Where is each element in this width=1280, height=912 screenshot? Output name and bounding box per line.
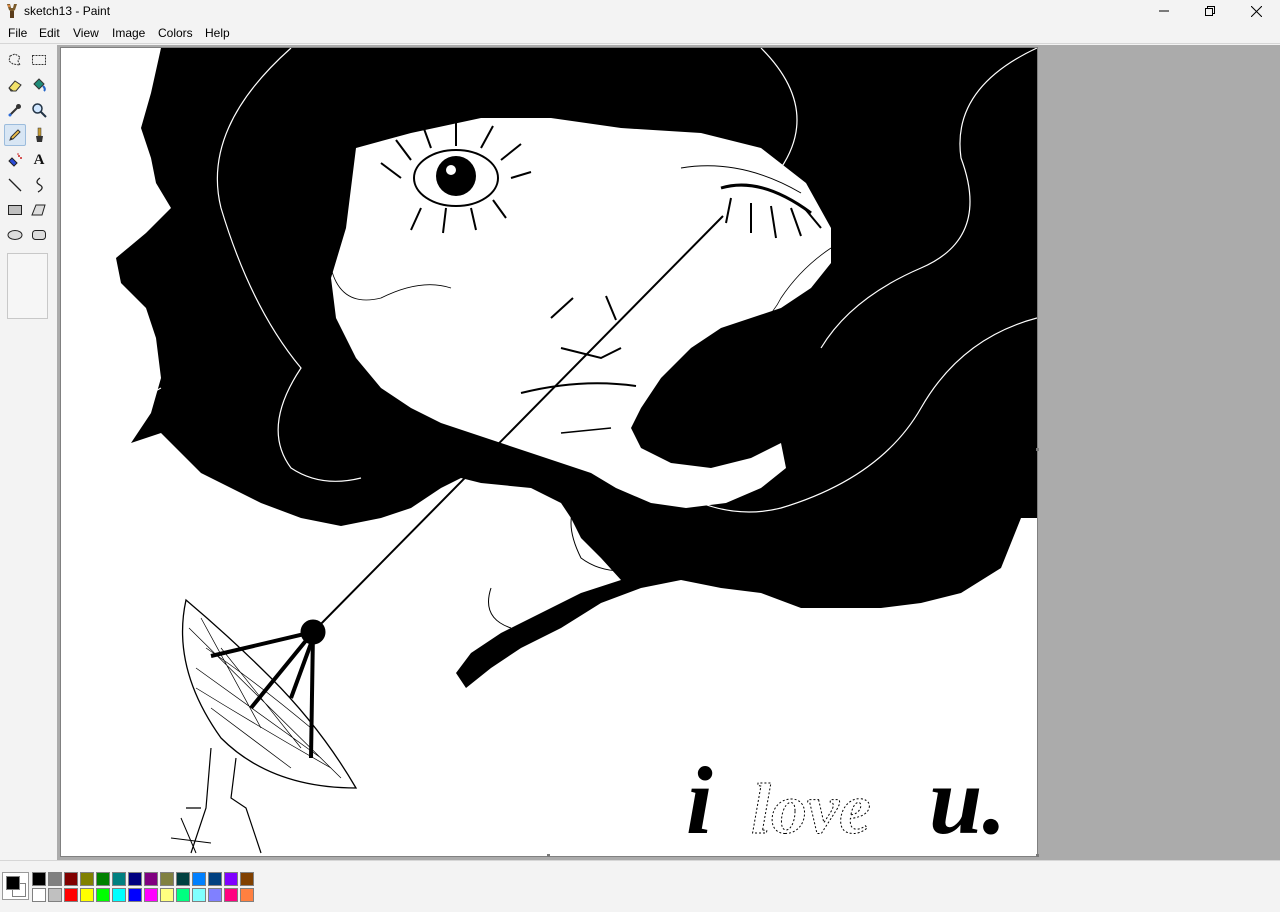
polygon-icon — [31, 204, 46, 216]
palette-swatch[interactable] — [240, 872, 254, 886]
palette-swatch[interactable] — [128, 888, 142, 902]
palette-swatches — [32, 872, 254, 902]
sketch-artwork: i love u. — [100, 48, 1037, 854]
palette-swatch[interactable] — [32, 872, 46, 886]
close-button[interactable] — [1233, 0, 1279, 22]
curve-icon — [36, 177, 43, 193]
text-tool-icon: A — [33, 151, 45, 168]
palette-swatch[interactable] — [176, 872, 190, 886]
eraser-tool[interactable] — [4, 74, 26, 96]
menu-help[interactable]: Help — [205, 26, 230, 40]
palette-swatch[interactable] — [48, 888, 62, 902]
palette-swatch[interactable] — [144, 872, 158, 886]
palette-swatch[interactable] — [48, 872, 62, 886]
pencil-tool[interactable] — [4, 124, 26, 146]
eyedropper-icon — [8, 104, 21, 117]
foreground-color-swatch — [6, 876, 20, 890]
palette-swatch[interactable] — [208, 888, 222, 902]
brush-tool[interactable] — [28, 124, 50, 146]
current-colors-box[interactable] — [2, 872, 29, 900]
color-palette-bar — [0, 860, 1280, 912]
canvas-text-i: i — [686, 747, 713, 854]
rectangle-tool[interactable] — [4, 199, 26, 221]
restore-icon — [1205, 6, 1215, 16]
palette-swatch[interactable] — [240, 888, 254, 902]
ellipse-tool[interactable] — [4, 224, 26, 246]
magnifier-icon — [32, 103, 47, 118]
rectangle-icon — [8, 205, 22, 215]
palette-swatch[interactable] — [96, 872, 110, 886]
palette-swatch[interactable] — [128, 872, 142, 886]
palette-swatch[interactable] — [144, 888, 158, 902]
toolbox: A — [0, 45, 57, 857]
pencil-icon — [9, 129, 21, 141]
tool-options-box[interactable] — [7, 253, 48, 319]
radio-dish — [170, 598, 358, 854]
window-title: sketch13 - Paint — [24, 4, 111, 18]
menu-edit[interactable]: Edit — [39, 26, 60, 40]
hair-strand — [488, 587, 512, 629]
canvas-text-love: love — [751, 769, 871, 849]
palette-swatch[interactable] — [160, 872, 174, 886]
curve-tool[interactable] — [28, 174, 50, 196]
palette-swatch[interactable] — [112, 872, 126, 886]
menu-view[interactable]: View — [73, 26, 99, 40]
rect-select-icon — [32, 55, 46, 65]
select-tool[interactable] — [28, 49, 50, 71]
palette-swatch[interactable] — [96, 888, 110, 902]
brush-icon — [36, 127, 43, 142]
palette-swatch[interactable] — [80, 872, 94, 886]
paint-bucket-icon — [33, 78, 46, 92]
canvas-resize-handle-bottom[interactable] — [547, 854, 550, 857]
palette-swatch[interactable] — [64, 872, 78, 886]
fill-tool[interactable] — [28, 74, 50, 96]
maximize-button[interactable] — [1187, 0, 1233, 22]
eraser-icon — [8, 80, 22, 92]
free-form-select-icon — [8, 53, 21, 66]
drawing-canvas[interactable]: i love u. — [60, 47, 1038, 857]
paint-app-icon — [7, 4, 17, 18]
palette-swatch[interactable] — [192, 872, 206, 886]
palette-swatch[interactable] — [80, 888, 94, 902]
canvas-resize-handle-right[interactable] — [1036, 448, 1039, 451]
text-tool[interactable]: A — [28, 149, 50, 171]
title-bar: sketch13 - Paint — [0, 0, 1280, 22]
menu-bar: File Edit View Image Colors Help — [0, 22, 1280, 44]
free-form-select-tool[interactable] — [4, 49, 26, 71]
palette-swatch[interactable] — [208, 872, 222, 886]
close-icon — [1250, 5, 1262, 17]
canvas-text-u: u. — [929, 747, 1006, 854]
rounded-rectangle-tool[interactable] — [28, 224, 50, 246]
palette-swatch[interactable] — [32, 888, 46, 902]
menu-image[interactable]: Image — [112, 26, 145, 40]
ellipse-icon — [7, 230, 23, 240]
minimize-icon — [1159, 10, 1169, 12]
palette-swatch[interactable] — [176, 888, 190, 902]
line-tool[interactable] — [4, 174, 26, 196]
airbrush-icon — [8, 153, 22, 167]
menu-colors[interactable]: Colors — [158, 26, 193, 40]
palette-swatch[interactable] — [224, 872, 238, 886]
rounded-rectangle-icon — [32, 230, 46, 240]
canvas-resize-handle-corner[interactable] — [1036, 854, 1039, 857]
airbrush-tool[interactable] — [4, 149, 26, 171]
minimize-button[interactable] — [1141, 0, 1187, 22]
palette-swatch[interactable] — [160, 888, 174, 902]
magnifier-tool[interactable] — [28, 99, 50, 121]
polygon-tool[interactable] — [28, 199, 50, 221]
palette-swatch[interactable] — [224, 888, 238, 902]
palette-swatch[interactable] — [112, 888, 126, 902]
palette-swatch[interactable] — [64, 888, 78, 902]
palette-swatch[interactable] — [192, 888, 206, 902]
canvas-workspace: i love u. — [57, 45, 1280, 860]
pick-color-tool[interactable] — [4, 99, 26, 121]
line-icon — [8, 178, 22, 192]
menu-file[interactable]: File — [8, 26, 27, 40]
